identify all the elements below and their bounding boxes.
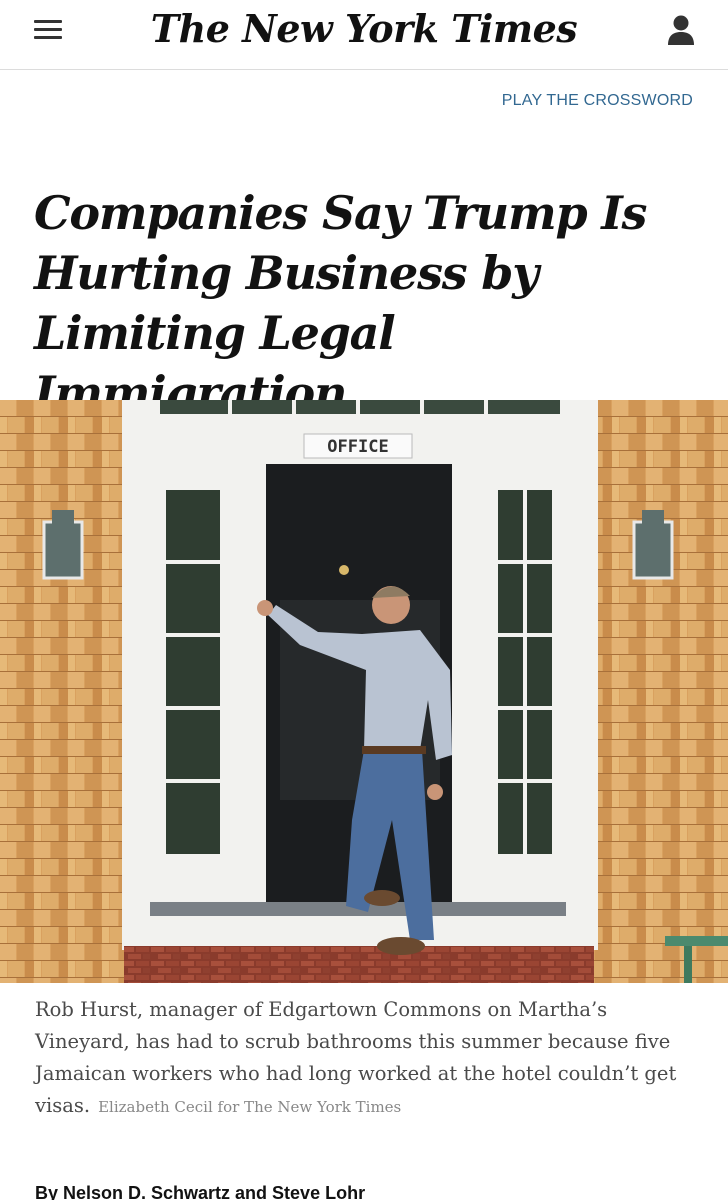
article-headline: Companies Say Trump Is Hurting Business … (34, 186, 647, 420)
play-crossword-link[interactable]: PLAY THE CROSSWORD (502, 92, 693, 110)
article-byline: By Nelson D. Schwartz and Steve Lohr (35, 1183, 366, 1200)
photo-credit: Elizabeth Cecil for The New York Times (98, 1098, 402, 1116)
nyt-logo[interactable]: The New York Times (0, 6, 728, 51)
user-account-icon[interactable] (666, 14, 696, 46)
office-sign-text: OFFICE (327, 437, 388, 457)
article-photo: OFFICE (0, 400, 728, 983)
top-bar: The New York Times (0, 0, 728, 70)
photo-caption: Rob Hurst, manager of Edgartown Commons … (35, 994, 695, 1123)
